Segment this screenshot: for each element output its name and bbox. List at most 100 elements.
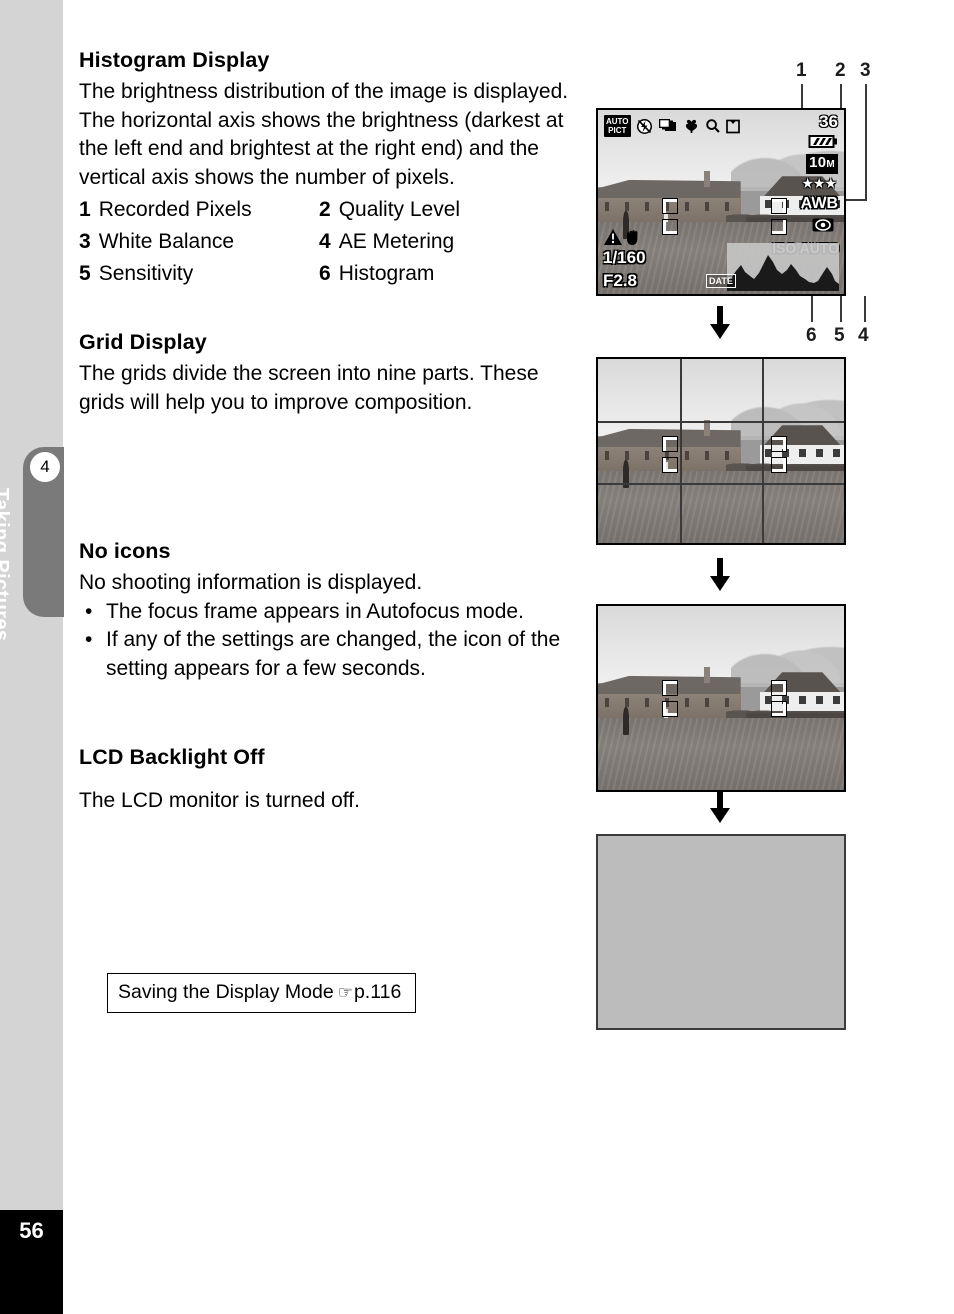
auto-pict-icon: AUTO PICT xyxy=(604,115,631,137)
reference-box-page-link[interactable]: p.116 xyxy=(354,981,401,1003)
focus-corner-top-left xyxy=(663,681,677,695)
auto-pict-line-2: PICT xyxy=(608,126,627,135)
legend-label: Histogram xyxy=(338,262,435,285)
histogram-legend-list: 1 Recorded Pixels 2 Quality Level 3 Whit… xyxy=(79,194,579,290)
page-number: 56 xyxy=(19,1218,44,1243)
legend-number: 6 xyxy=(319,262,331,285)
focus-corner-bottom-left xyxy=(663,702,677,716)
legend-label: Quality Level xyxy=(338,198,461,221)
legend-label: White Balance xyxy=(98,230,235,253)
callout-number-1: 1 xyxy=(796,60,807,81)
legend-item-2: 2 Quality Level xyxy=(319,194,460,226)
flow-arrow-down xyxy=(707,790,733,824)
legend-row: 3 White Balance 4 AE Metering xyxy=(79,226,579,258)
callout-number-3: 3 xyxy=(860,60,871,81)
grid-line-vertical-2 xyxy=(762,359,764,543)
camera-display-no-icons-panel xyxy=(596,604,846,792)
bullet-item: The focus frame appears in Autofocus mod… xyxy=(79,598,579,627)
reference-box: Saving the Display Mode ☞p.116 xyxy=(107,973,417,1013)
legend-label: Sensitivity xyxy=(98,262,194,285)
continuous-shooting-icon xyxy=(658,118,678,134)
legend-number: 1 xyxy=(79,198,91,221)
white-balance-value: AWB xyxy=(800,195,838,212)
grid-line-horizontal-1 xyxy=(598,421,844,423)
text-column: Histogram Display The brightness distrib… xyxy=(79,48,579,816)
battery-full-icon xyxy=(808,134,838,149)
bullet-item: If any of the settings are changed, the … xyxy=(79,626,579,683)
card-icon xyxy=(725,119,740,134)
legend-row: 1 Recorded Pixels 2 Quality Level xyxy=(79,194,579,226)
flow-arrow-down xyxy=(707,558,733,592)
osd-top-icon-row: AUTO PICT xyxy=(604,115,740,137)
focus-corner-top-right xyxy=(772,681,786,695)
recorded-pixels-value: 10 xyxy=(809,154,827,171)
legend-row: 5 Sensitivity 6 Histogram xyxy=(79,258,579,290)
camera-shake-warning-icon xyxy=(603,228,642,246)
leader-line-4 xyxy=(864,296,866,322)
photo-scene xyxy=(598,606,844,790)
heading-histogram-display: Histogram Display xyxy=(79,48,270,72)
leader-line-6 xyxy=(811,296,813,322)
digital-zoom-icon xyxy=(705,118,721,134)
camera-display-lcd-off-panel xyxy=(596,834,846,1030)
focus-corner-top-left xyxy=(663,437,677,451)
callout-number-2: 2 xyxy=(835,60,846,81)
focus-corner-bottom-left xyxy=(663,458,677,472)
chimney xyxy=(703,666,710,684)
pointing-hand-icon: ☞ xyxy=(337,983,353,1002)
callout-number-4: 4 xyxy=(858,325,869,346)
focus-corner-top-right xyxy=(772,437,786,451)
frames-remaining: 36 xyxy=(819,112,838,131)
chapter-number-badge: 4 xyxy=(30,452,60,482)
paragraph-grid-display: The grids divide the screen into nine pa… xyxy=(79,362,539,414)
date-imprint-badge: DATE xyxy=(706,274,736,288)
no-icons-bullet-list: The focus frame appears in Autofocus mod… xyxy=(79,598,579,684)
heading-lcd-backlight-off: LCD Backlight Off xyxy=(79,745,265,769)
legend-label: AE Metering xyxy=(338,230,455,253)
quality-level-stars: ★★★ xyxy=(801,175,837,191)
leader-line-3 xyxy=(865,84,867,201)
focus-corner-bottom-right xyxy=(772,458,786,472)
reference-box-label: Saving the Display Mode xyxy=(118,981,334,1003)
grid-line-vertical-1 xyxy=(680,359,682,543)
ground xyxy=(598,471,844,543)
camera-display-grid-panel xyxy=(596,357,846,545)
grid-line-horizontal-2 xyxy=(598,483,844,485)
heading-grid-display: Grid Display xyxy=(79,330,207,354)
photo-scene xyxy=(598,359,844,543)
on-screen-display: AUTO PICT 36 10M ★★★ AWB 1/160 F2.8 DATE xyxy=(598,110,844,294)
paragraph-no-icons: No shooting information is displayed. xyxy=(79,571,423,594)
macro-icon xyxy=(683,118,700,135)
legend-item-4: 4 AE Metering xyxy=(319,226,454,258)
heading-no-icons: No icons xyxy=(79,539,171,563)
legend-item-5: 5 Sensitivity xyxy=(79,258,319,290)
callout-number-5: 5 xyxy=(834,325,845,346)
paragraph-lcd-backlight-off: The LCD monitor is turned off. xyxy=(79,789,360,812)
recorded-pixels-badge: 10M xyxy=(806,154,838,174)
multi-segment-metering-icon xyxy=(812,218,834,232)
legend-number: 2 xyxy=(319,198,331,221)
histogram-graph xyxy=(727,243,839,291)
flow-arrow-down xyxy=(707,306,733,340)
camera-display-histogram-panel: AUTO PICT 36 10M ★★★ AWB 1/160 F2.8 DATE xyxy=(596,108,846,296)
legend-item-3: 3 White Balance xyxy=(79,226,319,258)
callout-number-6: 6 xyxy=(806,325,817,346)
flash-off-icon xyxy=(636,118,653,135)
ground xyxy=(598,718,844,790)
legend-item-1: 1 Recorded Pixels xyxy=(79,194,319,226)
focus-corner-bottom-right xyxy=(772,702,786,716)
figure-column: 1 2 3 AUTO PICT 36 10M ★★★ AWB 1/160 F2.… xyxy=(596,0,896,1314)
paragraph-histogram-display: The brightness distribution of the image… xyxy=(79,80,569,189)
shutter-speed-value: 1/160 xyxy=(603,248,646,267)
person-foreground xyxy=(622,707,629,735)
legend-label: Recorded Pixels xyxy=(98,198,252,221)
legend-number: 3 xyxy=(79,230,91,253)
auto-pict-line-1: AUTO xyxy=(606,117,629,126)
legend-item-6: 6 Histogram xyxy=(319,258,434,290)
legend-number: 5 xyxy=(79,262,91,285)
leader-line-5 xyxy=(840,296,842,322)
